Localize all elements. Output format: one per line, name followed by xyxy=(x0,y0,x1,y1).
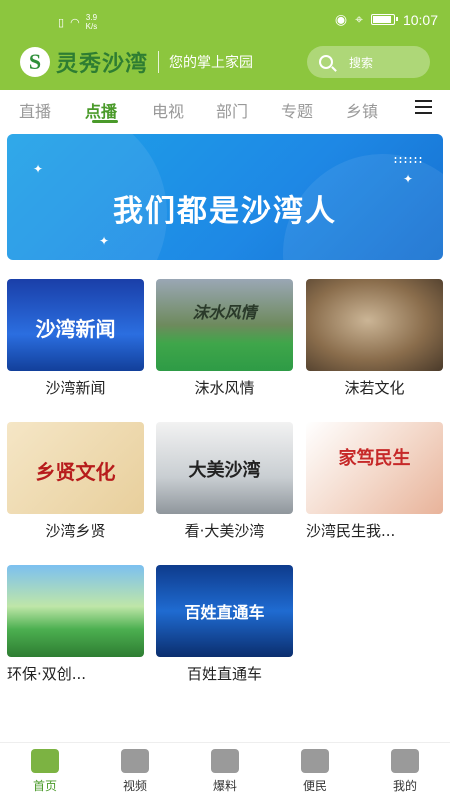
tab-topics[interactable]: 专题 xyxy=(281,98,313,122)
banner[interactable]: ✦ ✦ ✦ 我们都是沙湾人 xyxy=(7,134,443,260)
bottom-nav: 首页 视频 爆料 便民 我的 xyxy=(0,742,450,800)
wifi-icon: ◠ xyxy=(70,16,80,29)
card-title: 沫若文化 xyxy=(344,379,405,397)
active-tab-indicator xyxy=(92,120,118,123)
thumbnail-text: 百姓直通车 xyxy=(184,603,265,622)
battery-icon xyxy=(370,14,398,25)
card-beautiful-shawan[interactable]: 大美沙湾 看·大美沙湾 xyxy=(156,422,293,541)
nav-video[interactable]: 视频 xyxy=(105,749,165,794)
card-livelihood[interactable]: 家笃民生 沙湾民生我... xyxy=(306,422,443,541)
nav-profile[interactable]: 我的 xyxy=(375,749,435,794)
card-title: 看·大美沙湾 xyxy=(184,522,265,540)
card-title: 沙湾乡贤 xyxy=(45,522,106,540)
card-title: 百姓直通车 xyxy=(186,665,262,683)
thumbnail-text: 沙湾新闻 xyxy=(35,317,116,341)
card-moshui[interactable]: 沫水风情 沫水风情 xyxy=(156,279,293,398)
card-title: 环保·双创... xyxy=(7,665,87,683)
sim-icon: ▯ xyxy=(58,16,65,29)
menu-icon[interactable] xyxy=(415,100,432,118)
thumbnail-text: 沫水风情 xyxy=(192,303,257,322)
search-icon xyxy=(319,55,333,69)
nav-label: 首页 xyxy=(32,779,57,793)
divider xyxy=(158,51,160,73)
nav-label: 爆料 xyxy=(212,779,237,793)
location-icon: ⌖ xyxy=(355,11,363,27)
card-title: 沙湾新闻 xyxy=(45,379,106,397)
network-speed: 3.9 K/s xyxy=(85,13,98,31)
nav-label: 我的 xyxy=(392,779,417,793)
thumbnail: 沫水风情 xyxy=(156,279,293,371)
dots-decoration xyxy=(393,156,423,164)
thumbnail: 乡贤文化 xyxy=(7,422,144,514)
status-bar: ▯ ◠ 3.9 K/s ◉ ⌖ 10:07 xyxy=(0,0,450,40)
thumbnail xyxy=(7,565,144,657)
banner-title: 我们都是沙湾人 xyxy=(113,194,337,229)
star-icon: ✦ xyxy=(33,162,44,176)
card-title: 沙湾民生我... xyxy=(306,522,396,540)
thumbnail: 百姓直通车 xyxy=(156,565,293,657)
thumbnail: 大美沙湾 xyxy=(156,422,293,514)
status-right: ◉ ⌖ 10:07 xyxy=(335,11,438,28)
tab-live[interactable]: 直播 xyxy=(19,98,51,122)
card-title: 沫水风情 xyxy=(194,379,255,397)
slogan: 您的掌上家园 xyxy=(169,55,254,71)
logo: S 灵秀沙湾 您的掌上家园 xyxy=(20,46,253,78)
thumbnail-text: 大美沙湾 xyxy=(188,460,261,481)
card-environment[interactable]: 环保·双创... xyxy=(7,565,144,684)
services-icon xyxy=(301,749,329,773)
nav-label: 便民 xyxy=(302,779,327,793)
tab-towns[interactable]: 乡镇 xyxy=(346,98,378,122)
nav-label: 视频 xyxy=(122,779,147,793)
tab-tv[interactable]: 电视 xyxy=(152,98,184,122)
card-citizen-express[interactable]: 百姓直通车 百姓直通车 xyxy=(156,565,293,684)
logo-icon: S xyxy=(20,47,50,77)
eye-icon: ◉ xyxy=(334,11,348,27)
star-icon: ✦ xyxy=(403,172,414,186)
search-bar[interactable]: 搜索 xyxy=(307,46,430,78)
thumbnail-text: 家笃民生 xyxy=(338,448,411,469)
nav-home[interactable]: 首页 xyxy=(15,749,75,794)
card-local-sages[interactable]: 乡贤文化 沙湾乡贤 xyxy=(7,422,144,541)
tab-departments[interactable]: 部门 xyxy=(216,98,248,122)
clock: 10:07 xyxy=(402,11,438,28)
card-moruo-culture[interactable]: 沫若文化 xyxy=(306,279,443,398)
home-icon xyxy=(31,749,59,773)
thumbnail: 沙湾新闻 xyxy=(7,279,144,371)
video-icon xyxy=(121,749,149,773)
status-left: ▯ ◠ 3.9 K/s xyxy=(58,13,97,31)
report-icon xyxy=(211,749,239,773)
logo-text: 灵秀沙湾 xyxy=(56,52,149,77)
thumbnail xyxy=(306,279,443,371)
profile-icon xyxy=(391,749,419,773)
nav-report[interactable]: 爆料 xyxy=(195,749,255,794)
nav-services[interactable]: 便民 xyxy=(285,749,345,794)
star-icon: ✦ xyxy=(99,234,110,248)
thumbnail: 家笃民生 xyxy=(306,422,443,514)
app-header: S 灵秀沙湾 您的掌上家园 搜索 xyxy=(0,40,450,90)
card-shawan-news[interactable]: 沙湾新闻 沙湾新闻 xyxy=(7,279,144,398)
thumbnail-text: 乡贤文化 xyxy=(35,460,116,484)
category-tabs: 直播 点播 电视 部门 专题 乡镇 xyxy=(0,90,450,128)
search-placeholder: 搜索 xyxy=(349,55,374,70)
tab-vod[interactable]: 点播 xyxy=(85,98,117,122)
